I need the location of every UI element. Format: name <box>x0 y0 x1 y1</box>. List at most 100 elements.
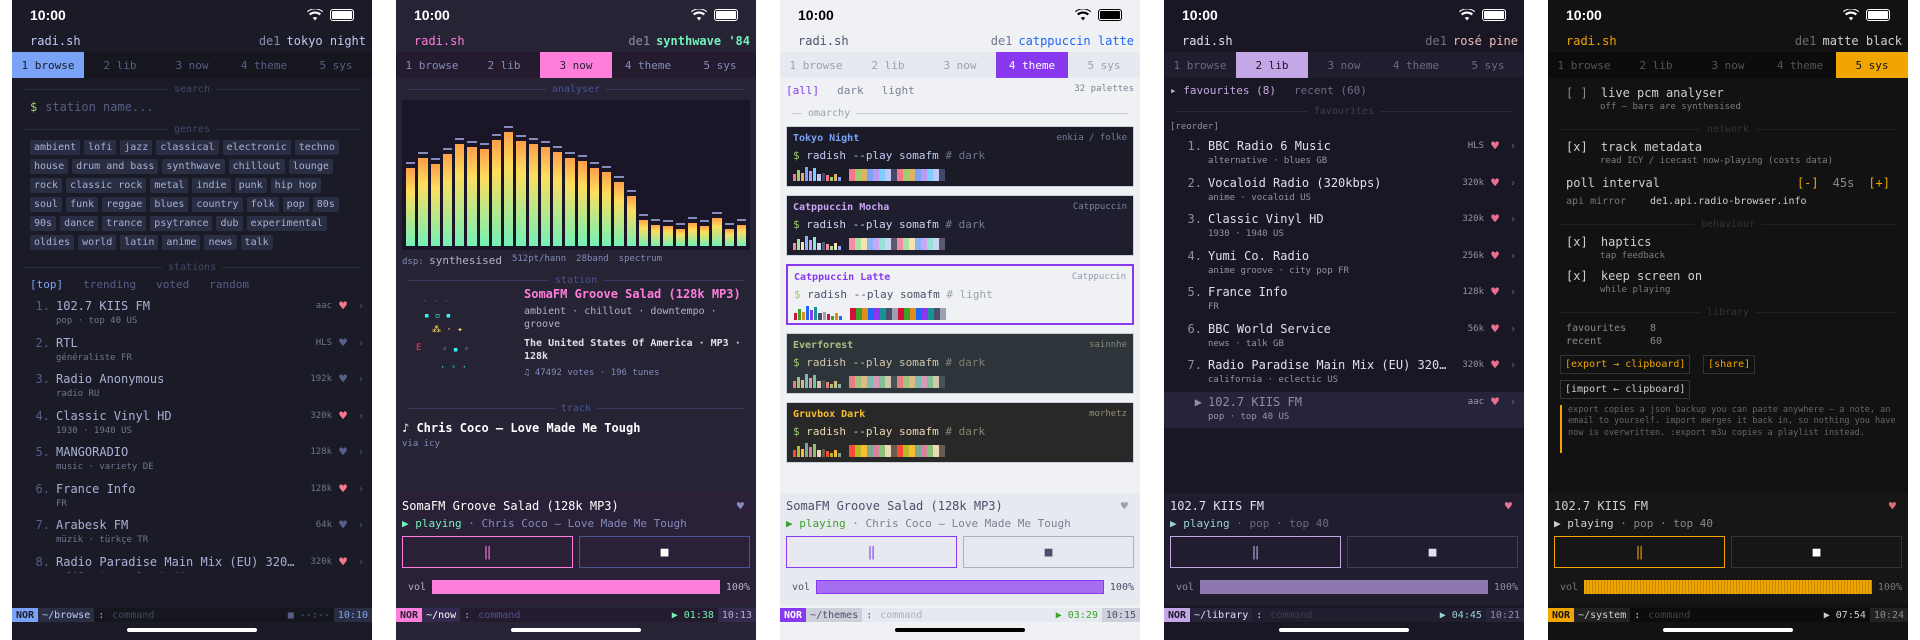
genre-chip[interactable]: synthwave <box>162 159 225 174</box>
stop-button[interactable]: ■ <box>963 536 1134 568</box>
station-row[interactable]: 1. BBC Radio 6 Music alternative · blues G… <box>1164 136 1524 173</box>
keep-awake-checkbox[interactable]: [x] <box>1566 269 1588 283</box>
genre-chip[interactable]: house <box>30 159 69 174</box>
metadata-checkbox[interactable]: [x] <box>1566 140 1588 154</box>
tab-theme[interactable]: 4 theme <box>612 52 684 78</box>
genre-chip[interactable]: classic rock <box>66 178 147 193</box>
heart-icon[interactable]: ♥ <box>332 445 354 460</box>
tab-now[interactable]: 3 now <box>1308 52 1380 78</box>
import-button[interactable]: [import ← clipboard] <box>1560 380 1691 399</box>
genre-chip[interactable]: dub <box>216 216 243 231</box>
genre-chip[interactable]: rock <box>30 178 63 193</box>
heart-icon[interactable]: ♥ <box>1484 395 1506 410</box>
genre-chip[interactable]: classical <box>156 140 219 155</box>
genre-chip[interactable]: oldies <box>30 235 75 250</box>
heart-icon[interactable]: ♥ <box>1484 176 1506 191</box>
heart-icon[interactable]: ♥ <box>1121 499 1128 513</box>
subtab-recent[interactable]: recent (60) <box>1294 84 1367 97</box>
pause-button[interactable]: ‖ <box>1170 536 1341 568</box>
palette-card[interactable]: Gruvbox Dark morhetz $ radish --play somaf… <box>786 402 1134 463</box>
heart-icon[interactable]: ♥ <box>1484 249 1506 264</box>
genre-chip[interactable]: electronic <box>222 140 291 155</box>
subtab-favourites[interactable]: ▸ favourites (8) <box>1170 84 1276 97</box>
genre-chip[interactable]: jazz <box>120 140 153 155</box>
genre-chip[interactable]: soul <box>30 197 63 212</box>
station-row[interactable]: 5. France Info FR 128k ♥ › <box>1164 282 1524 319</box>
station-row[interactable]: 5. MANGORADIO music · variety DE 128k ♥ › <box>12 442 372 479</box>
filter-voted[interactable]: voted <box>156 278 189 292</box>
tab-now[interactable]: 3 now <box>924 52 996 78</box>
home-indicator[interactable] <box>511 628 641 632</box>
palette-card[interactable]: Everforest sainnhe $ radish --play somafm … <box>786 333 1134 394</box>
setting-metadata[interactable]: [x] track metadata read ICY / icecast no… <box>1548 140 1908 166</box>
home-indicator[interactable] <box>127 628 257 632</box>
genre-chip[interactable]: world <box>78 235 117 250</box>
command-input[interactable]: command <box>1266 608 1316 622</box>
tab-browse[interactable]: 1 browse <box>1548 52 1620 78</box>
tab-sys[interactable]: 5 sys <box>684 52 756 78</box>
tab-lib[interactable]: 2 lib <box>468 52 540 78</box>
tab-theme[interactable]: 4 theme <box>996 52 1068 78</box>
reorder-button[interactable]: [reorder] <box>1164 118 1524 136</box>
station-row[interactable]: 2. RTL généraliste FR HLS ♥ › <box>12 333 372 370</box>
heart-icon[interactable]: ♥ <box>332 299 354 314</box>
filter-top[interactable]: [top] <box>30 278 63 292</box>
genre-chip[interactable]: experimental <box>246 216 327 231</box>
heart-icon[interactable]: ♥ <box>1505 499 1512 513</box>
genre-chip[interactable]: indie <box>192 178 231 193</box>
tab-browse[interactable]: 1 browse <box>780 52 852 78</box>
home-indicator[interactable] <box>1279 628 1409 632</box>
setting-haptics[interactable]: [x] haptics tap feedback <box>1548 235 1908 261</box>
tab-lib[interactable]: 2 lib <box>1236 52 1308 78</box>
palette-card[interactable]: Tokyo Night enkia / folke $ radish --play … <box>786 126 1134 187</box>
genre-chip[interactable]: country <box>192 197 243 212</box>
heart-icon[interactable]: ♥ <box>1889 499 1896 513</box>
genre-chip[interactable]: reggae <box>102 197 147 212</box>
tab-sys[interactable]: 5 sys <box>1836 52 1908 78</box>
genre-chip[interactable]: ambient <box>30 140 81 155</box>
tab-browse[interactable]: 1 browse <box>1164 52 1236 78</box>
export-button[interactable]: [export → clipboard] <box>1560 355 1691 374</box>
tab-theme[interactable]: 4 theme <box>1764 52 1836 78</box>
command-input[interactable]: command <box>1644 608 1694 622</box>
genre-chip[interactable]: drum and bass <box>72 159 159 174</box>
heart-icon[interactable]: ♥ <box>332 336 354 351</box>
heart-icon[interactable]: ♥ <box>332 518 354 533</box>
pause-button[interactable]: ‖ <box>786 536 957 568</box>
genre-chip[interactable]: talk <box>240 235 273 250</box>
haptics-checkbox[interactable]: [x] <box>1566 235 1588 249</box>
station-row[interactable]: 6. France Info FR 128k ♥ › <box>12 479 372 516</box>
genre-chip[interactable]: news <box>204 235 237 250</box>
tab-browse[interactable]: 1 browse <box>12 52 84 78</box>
tab-now[interactable]: 3 now <box>1692 52 1764 78</box>
setting-keep-awake[interactable]: [x] keep screen on while playing <box>1548 269 1908 295</box>
genre-chip[interactable]: pop <box>282 197 309 212</box>
heart-icon[interactable]: ♥ <box>1484 322 1506 337</box>
poll-increase[interactable]: [+] <box>1868 176 1890 190</box>
heart-icon[interactable]: ♥ <box>1484 212 1506 227</box>
genre-chip[interactable]: lounge <box>288 159 333 174</box>
tab-now[interactable]: 3 now <box>540 52 612 78</box>
tab-sys[interactable]: 5 sys <box>300 52 372 78</box>
pcm-checkbox[interactable]: [ ] <box>1566 86 1588 100</box>
genre-chip[interactable]: 80s <box>312 197 339 212</box>
home-indicator[interactable] <box>895 628 1025 632</box>
filter-light[interactable]: light <box>882 84 915 97</box>
poll-decrease[interactable]: [-] <box>1797 176 1819 190</box>
station-row[interactable]: 3. Radio Anonymous radio RU 192k ♥ › <box>12 369 372 406</box>
genre-chip[interactable]: dance <box>60 216 99 231</box>
heart-icon[interactable]: ♥ <box>1484 285 1506 300</box>
genre-chip[interactable]: anime <box>162 235 201 250</box>
station-row[interactable]: 8. Radio Paradise Main Mix (EU) 320… calif… <box>12 552 372 574</box>
genre-chip[interactable]: 90s <box>30 216 57 231</box>
palette-card[interactable]: Catppuccin Mocha Catppuccin $ radish --pla… <box>786 195 1134 256</box>
volume-slider[interactable] <box>1200 580 1488 594</box>
tab-now[interactable]: 3 now <box>156 52 228 78</box>
station-row[interactable]: 3. Classic Vinyl HD 1930 · 1940 US 320k ♥ › <box>1164 209 1524 246</box>
volume-slider[interactable] <box>1584 580 1872 594</box>
heart-icon[interactable]: ♥ <box>332 372 354 387</box>
volume-slider[interactable] <box>432 580 720 594</box>
heart-icon[interactable]: ♥ <box>1484 139 1506 154</box>
station-row[interactable]: ▶ 102.7 KIIS FM pop · top 40 US aac ♥ › <box>1164 391 1524 428</box>
tab-theme[interactable]: 4 theme <box>1380 52 1452 78</box>
